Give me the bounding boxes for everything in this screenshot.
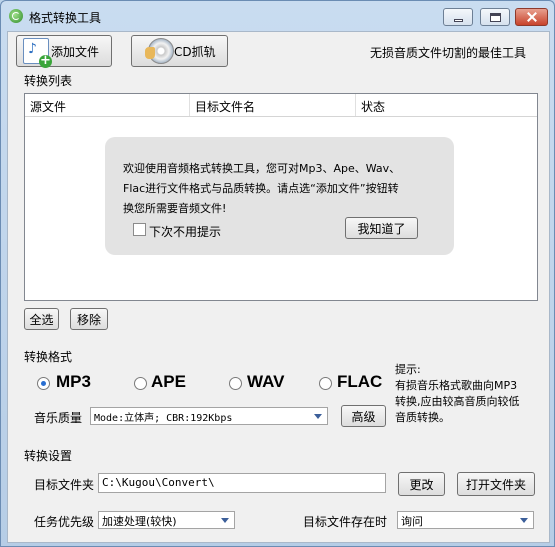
- quality-label: 音乐质量: [34, 411, 83, 425]
- cd-rip-label: CD抓轨: [174, 44, 216, 59]
- target-folder-field[interactable]: C:\Kugou\Convert\: [98, 473, 386, 493]
- open-folder-label: 打开文件夹: [465, 477, 526, 492]
- open-folder-button[interactable]: 打开文件夹: [457, 472, 535, 496]
- change-folder-button[interactable]: 更改: [398, 472, 445, 496]
- remove-label: 移除: [76, 312, 101, 327]
- file-list-header: 源文件 目标文件名 状态: [25, 94, 537, 117]
- file-exists-select[interactable]: 询问: [397, 511, 534, 529]
- tagline: 无损音质文件切割的最佳工具: [370, 46, 527, 60]
- tip-line: 换您所需要音频文件!: [123, 202, 227, 215]
- chevron-down-icon: [520, 518, 528, 523]
- hint-line: 提示:: [395, 363, 421, 376]
- select-all-label: 全选: [29, 312, 54, 327]
- quality-value: Mode:立体声; CBR:192Kbps: [94, 413, 233, 424]
- column-divider[interactable]: [355, 94, 356, 116]
- file-exists-value: 询问: [401, 515, 423, 528]
- add-music-file-icon: [23, 38, 52, 68]
- chevron-down-icon: [221, 518, 229, 523]
- radio-mp3[interactable]: [37, 377, 50, 390]
- format-option-ape[interactable]: APE: [151, 372, 186, 392]
- client-area: 添加文件 CD抓轨 无损音质文件切割的最佳工具 转换列表 源文件 目标文件名 状…: [7, 31, 550, 543]
- quality-select[interactable]: Mode:立体声; CBR:192Kbps: [90, 407, 328, 425]
- add-file-label: 添加文件: [51, 44, 100, 59]
- remove-button[interactable]: 移除: [70, 308, 108, 330]
- app-window: 格式转换工具 添加文件 CD抓轨 无损音质文件切割的最佳工具 转换列表 源文件 …: [0, 0, 555, 547]
- column-divider[interactable]: [189, 94, 190, 116]
- format-hint: 提示: 有损音乐格式歌曲向MP3 转换,应由较高音质向较低 音质转换。: [395, 362, 545, 426]
- radio-flac[interactable]: [319, 377, 332, 390]
- change-folder-label: 更改: [409, 477, 434, 492]
- advanced-button[interactable]: 高级: [341, 405, 386, 427]
- radio-ape[interactable]: [134, 377, 147, 390]
- select-all-button[interactable]: 全选: [24, 308, 59, 330]
- window-title: 格式转换工具: [29, 11, 102, 25]
- minimize-button[interactable]: [443, 8, 473, 26]
- title-bar[interactable]: 格式转换工具: [1, 1, 554, 31]
- file-list-panel[interactable]: 源文件 目标文件名 状态 欢迎使用音频格式转换工具，您可对Mp3、Ape、Wav…: [24, 93, 538, 301]
- radio-wav[interactable]: [229, 377, 242, 390]
- app-icon: [9, 9, 23, 23]
- priority-select[interactable]: 加速处理(较快): [98, 511, 235, 529]
- dont-show-again-label[interactable]: 下次不用提示: [149, 223, 221, 240]
- priority-value: 加速处理(较快): [102, 515, 177, 528]
- settings-section-label: 转换设置: [24, 449, 73, 463]
- tip-line: 欢迎使用音频格式转换工具，您可对Mp3、Ape、Wav、: [123, 162, 401, 175]
- cd-rip-button[interactable]: CD抓轨: [131, 35, 228, 67]
- hint-line: 转换,应由较高音质向较低: [395, 395, 520, 408]
- file-list-section-label: 转换列表: [24, 74, 73, 88]
- target-folder-label: 目标文件夹: [34, 478, 95, 492]
- column-source-file[interactable]: 源文件: [30, 98, 66, 115]
- priority-label: 任务优先级: [34, 515, 95, 529]
- format-option-mp3[interactable]: MP3: [56, 372, 91, 392]
- got-it-label: 我知道了: [357, 221, 406, 236]
- hint-line: 有损音乐格式歌曲向MP3: [395, 379, 518, 392]
- cd-disc-icon: [145, 38, 174, 64]
- dont-show-again-checkbox[interactable]: [133, 223, 146, 236]
- close-button[interactable]: [515, 8, 548, 26]
- welcome-tip-box: 欢迎使用音频格式转换工具，您可对Mp3、Ape、Wav、 Flac进行文件格式与…: [105, 137, 454, 255]
- format-section-label: 转换格式: [24, 350, 73, 364]
- welcome-tip-text: 欢迎使用音频格式转换工具，您可对Mp3、Ape、Wav、 Flac进行文件格式与…: [123, 159, 443, 219]
- file-exists-label: 目标文件存在时: [303, 515, 388, 529]
- column-status[interactable]: 状态: [361, 98, 385, 115]
- add-file-button[interactable]: 添加文件: [16, 35, 112, 68]
- column-target-name[interactable]: 目标文件名: [195, 98, 255, 115]
- maximize-button[interactable]: [480, 8, 510, 26]
- advanced-label: 高级: [351, 409, 376, 424]
- tip-line: Flac进行文件格式与品质转换。请点选“添加文件”按钮转: [123, 182, 399, 195]
- format-option-wav[interactable]: WAV: [247, 372, 284, 392]
- target-folder-value: C:\Kugou\Convert\: [102, 476, 215, 489]
- got-it-button[interactable]: 我知道了: [345, 217, 418, 239]
- hint-line: 音质转换。: [395, 411, 450, 424]
- chevron-down-icon: [314, 414, 322, 419]
- format-option-flac[interactable]: FLAC: [337, 372, 382, 392]
